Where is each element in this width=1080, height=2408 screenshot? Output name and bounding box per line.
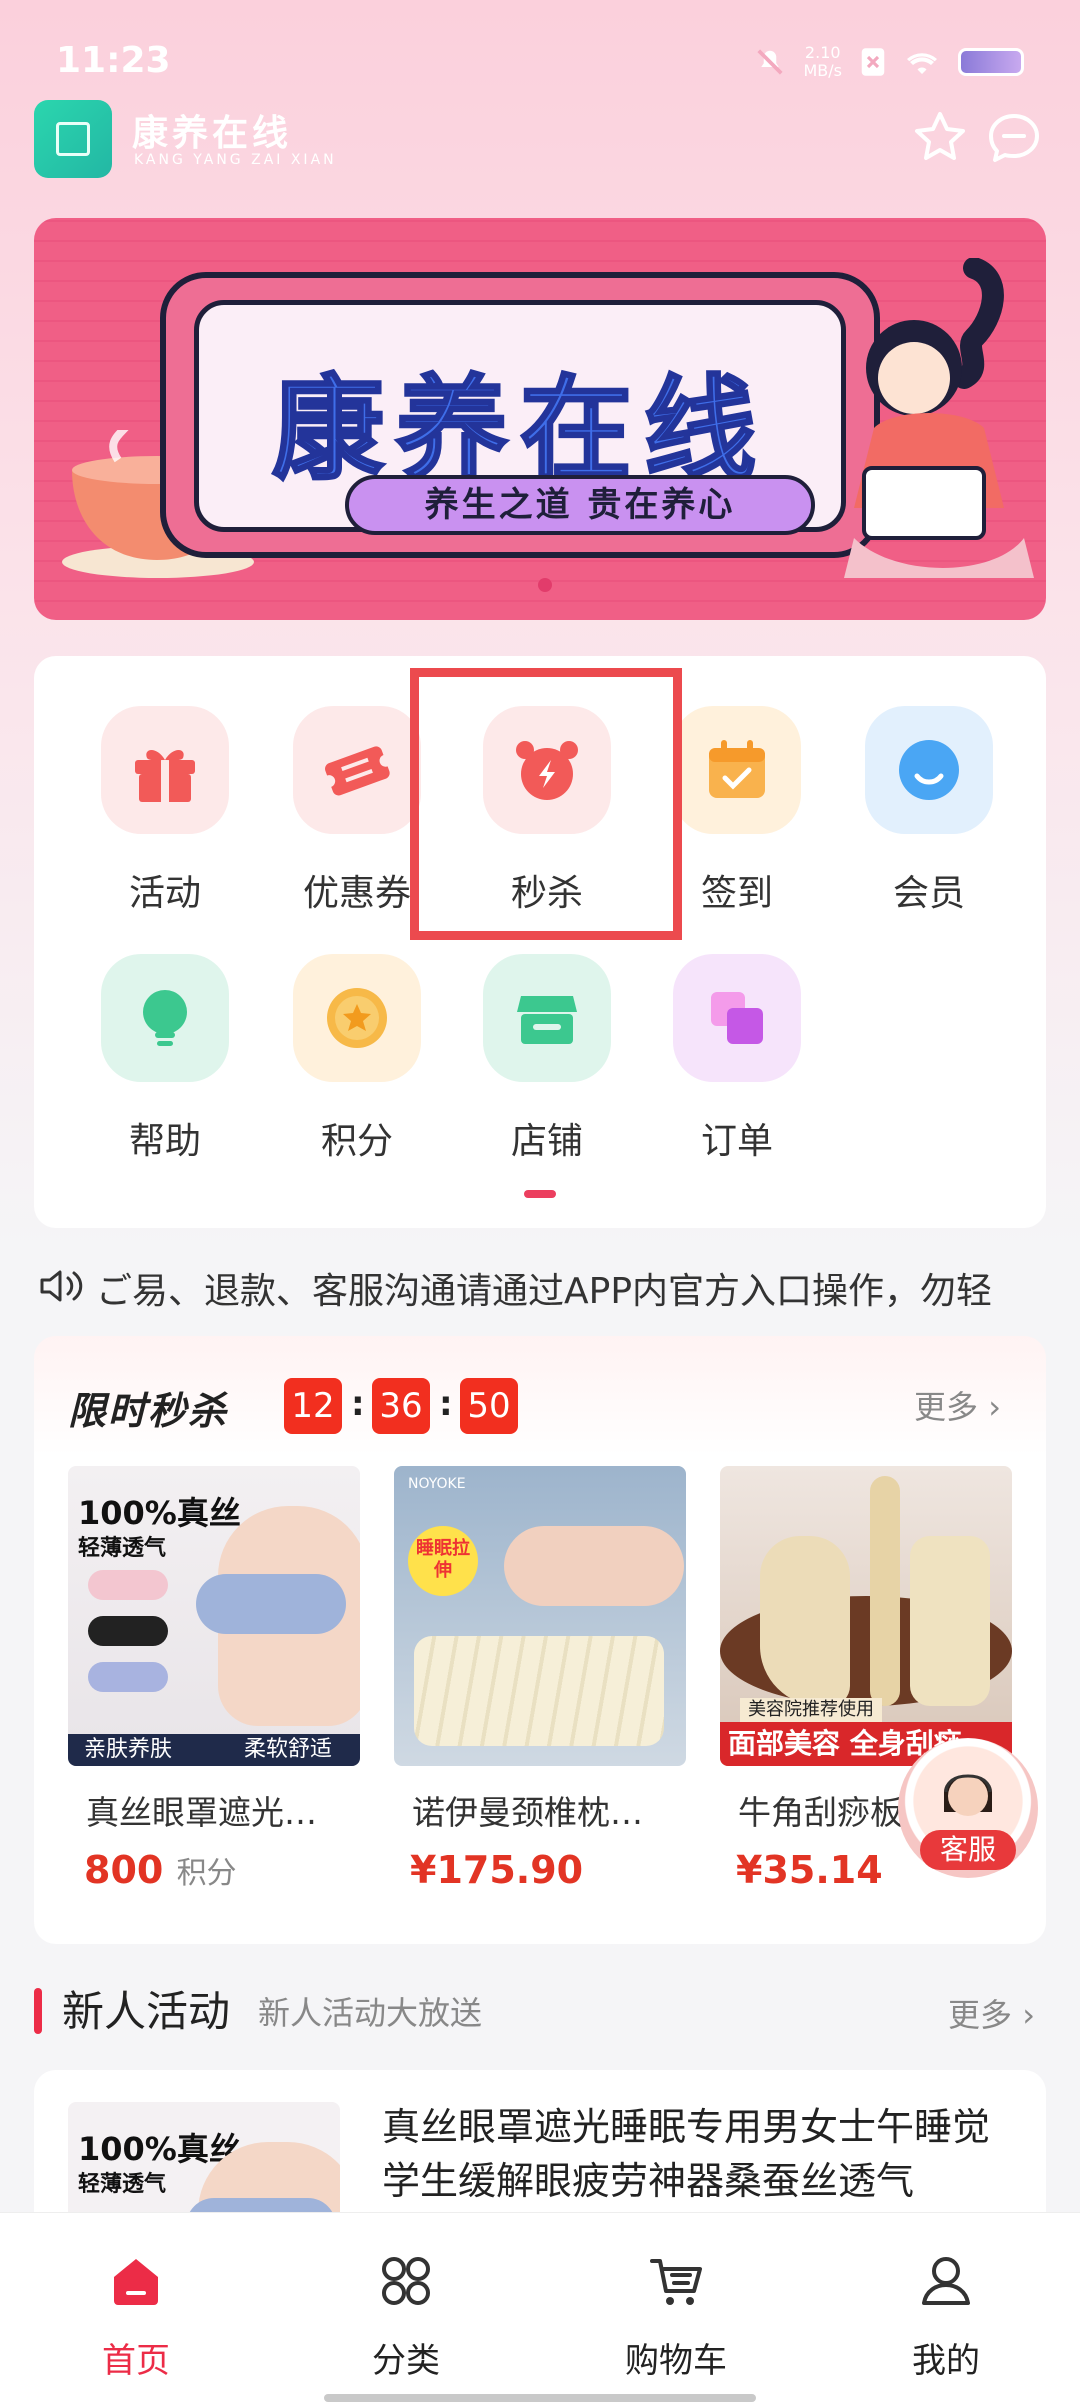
light-bulb-icon [101, 954, 229, 1082]
agent-avatar-icon [944, 1774, 992, 1816]
tab-label: 首页 [102, 2341, 170, 2381]
product-name: 真丝眼罩遮光… [86, 1793, 317, 1832]
mute-icon [757, 49, 784, 75]
cart-icon [650, 2259, 702, 2305]
promo-banner[interactable]: 康养在线 养生之道 贵在养心 [34, 218, 1046, 620]
flash-sale-more-link[interactable]: 更多 › [914, 1382, 1001, 1428]
customer-service-label: 客服 [920, 1830, 1016, 1870]
product-card[interactable]: NOYOKE 睡眠拉伸 诺伊曼颈椎枕… ¥175.90 [394, 1466, 686, 1892]
tab-label: 分类 [372, 2341, 440, 2381]
tab-label: 我的 [912, 2341, 980, 2381]
status-bar: 11:23 2.10 MB/s [0, 0, 1080, 96]
tab-home[interactable]: 首页 [36, 2251, 236, 2382]
user-icon [922, 2257, 970, 2305]
grid-label: 店铺 [510, 1121, 583, 1162]
product-image: 100%真丝 轻薄透气 亲肤养肤 柔软舒适 [68, 1466, 360, 1766]
new-user-more-link[interactable]: 更多 › [948, 1990, 1035, 2036]
status-icons: 2.10 MB/s [755, 44, 1024, 80]
timer-minutes: 36 [372, 1378, 430, 1434]
notice-text: ご易、退款、客服沟通请通过APP内官方入口操作，勿轻 [96, 1271, 993, 1312]
status-time: 11:23 [56, 40, 171, 81]
product-image: NOYOKE 睡眠拉伸 [394, 1466, 686, 1766]
app-header: 康养在线 KANG YANG ZAI XIAN [34, 100, 1046, 184]
flash-sale-highlight-box [410, 668, 682, 940]
new-user-title: 新人活动 [62, 1987, 231, 2036]
star-coin-icon [293, 954, 421, 1082]
ticket-icon [293, 706, 421, 834]
banner-slogan: 养生之道 贵在养心 [345, 475, 815, 535]
grid-icon [382, 2257, 430, 2305]
app-title: 康养在线 [132, 113, 293, 154]
timer-seconds: 50 [460, 1378, 518, 1434]
customer-service-button[interactable]: 客服 [898, 1738, 1038, 1878]
tab-cart[interactable]: 购物车 [576, 2251, 776, 2382]
net-speed: 2.10 MB/s [803, 43, 842, 80]
grid-item-activity[interactable]: 活动 [70, 706, 260, 926]
product-price: 800 积分 [84, 1848, 237, 1892]
grid-label: 会员 [892, 873, 965, 914]
grid-label: 积分 [320, 1121, 393, 1162]
chevron-right-icon: › [1022, 1996, 1035, 2034]
banner-frame: 康养在线 养生之道 贵在养心 [160, 272, 880, 558]
quick-entry-grid: 活动 优惠券 秒杀 签到 会员 帮助 积分 店铺 订单 [34, 656, 1046, 1228]
timer-hours: 12 [284, 1378, 342, 1434]
new-user-header: 新人活动 新人活动大放送 更多 › [34, 1978, 1046, 2058]
sim-off-icon [861, 48, 885, 76]
home-page: 11:23 2.10 MB/s 康养在线 KANG YANG ZAI XIAN 康… [0, 0, 1080, 2408]
gesture-home-bar[interactable] [324, 2394, 756, 2402]
battery-icon [958, 48, 1024, 76]
flash-sale-title: 限时秒杀 [68, 1389, 229, 1433]
tab-label: 购物车 [625, 2341, 727, 2381]
message-icon[interactable] [982, 106, 1046, 170]
product-image: 美容院推荐使用 面部美容 全身刮痧 [720, 1466, 1012, 1766]
calendar-check-icon [673, 706, 801, 834]
new-user-subtitle: 新人活动大放送 [258, 1994, 483, 2032]
home-icon [114, 2259, 158, 2305]
product-card[interactable]: 100%真丝 轻薄透气 亲肤养肤 柔软舒适 真丝眼罩遮光… 800 积分 [68, 1466, 360, 1892]
order-icon [673, 954, 801, 1082]
product-name: 诺伊曼颈椎枕… [412, 1793, 643, 1832]
wifi-icon [907, 53, 937, 74]
bottom-tab-bar: 首页 分类 购物车 我的 [0, 2212, 1080, 2408]
grid-label: 活动 [128, 873, 201, 914]
grid-label: 帮助 [128, 1121, 201, 1162]
tab-category[interactable]: 分类 [306, 2251, 506, 2382]
grid-item-help[interactable]: 帮助 [70, 954, 260, 1174]
store-icon [483, 954, 611, 1082]
grid-label: 订单 [700, 1121, 773, 1162]
grid-item-points[interactable]: 积分 [262, 954, 452, 1174]
grid-item-order[interactable]: 订单 [642, 954, 832, 1174]
favorite-star-icon[interactable] [908, 106, 972, 170]
gift-icon [101, 706, 229, 834]
grid-item-member[interactable]: 会员 [834, 706, 1024, 926]
chevron-right-icon: › [988, 1388, 1001, 1426]
banner-indicator [538, 578, 552, 592]
grid-item-store[interactable]: 店铺 [452, 954, 642, 1174]
grid-page-indicator [524, 1190, 556, 1198]
speaker-icon [40, 1270, 83, 1302]
product-price: ¥175.90 [410, 1848, 584, 1892]
app-logo [34, 100, 112, 178]
notice-marquee[interactable]: ご易、退款、客服沟通请通过APP内官方入口操作，勿轻 [38, 1260, 1048, 1312]
member-avatar-icon [865, 706, 993, 834]
product-description: 真丝眼罩遮光睡眠专用男女士午睡觉学生缓解眼疲劳神器桑蚕丝透气 [382, 2105, 991, 2203]
reading-girl-illustration [844, 258, 1034, 578]
app-subtitle: KANG YANG ZAI XIAN [134, 152, 337, 168]
tab-profile[interactable]: 我的 [846, 2251, 1046, 2382]
flash-sale-section: 限时秒杀 12 : 36 : 50 更多 › 100%真丝 轻薄透气 亲肤养肤 … [34, 1336, 1046, 1944]
